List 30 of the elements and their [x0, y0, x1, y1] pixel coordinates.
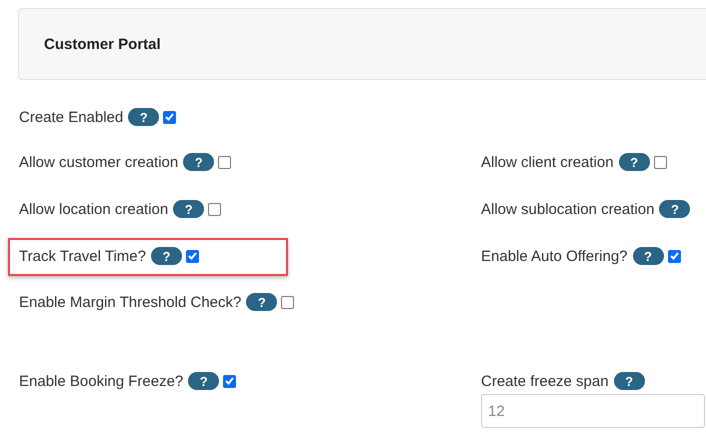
help-badge[interactable]: ? [188, 372, 220, 390]
checkbox[interactable] [668, 250, 680, 262]
field-label: Allow sublocation creation [481, 200, 654, 218]
field-label: Allow location creation [19, 200, 168, 218]
field-label: Enable Auto Offering? [481, 248, 628, 264]
help-badge[interactable]: ? [659, 200, 690, 218]
field-label: Track Travel Time? [19, 248, 146, 264]
field-label: Enable Margin Threshold Check? [19, 294, 242, 310]
checkbox[interactable] [163, 110, 176, 124]
help-badge[interactable]: ? [618, 153, 650, 171]
field-label: Enable Booking Freeze? [19, 372, 184, 390]
help-badge[interactable]: ? [183, 153, 214, 171]
help-badge[interactable]: ? [632, 247, 664, 265]
checkbox[interactable] [281, 296, 294, 308]
panel-title: Customer Portal [44, 36, 161, 52]
checkbox[interactable] [218, 156, 232, 168]
input-field[interactable]: 12 [481, 394, 705, 428]
help-badge[interactable]: ? [128, 108, 160, 126]
checkbox[interactable] [186, 250, 199, 262]
help-badge[interactable]: ? [150, 247, 182, 265]
help-badge[interactable]: ? [246, 293, 278, 311]
field-label: Allow client creation [481, 154, 614, 170]
field-label: Create freeze span [481, 372, 609, 390]
checkbox[interactable] [654, 156, 667, 168]
checkbox[interactable] [223, 374, 236, 388]
field-label: Allow customer creation [19, 154, 178, 170]
checkbox[interactable] [208, 202, 222, 216]
help-badge[interactable]: ? [173, 200, 204, 218]
field-label: Create Enabled [19, 108, 124, 126]
help-badge[interactable]: ? [614, 372, 645, 390]
